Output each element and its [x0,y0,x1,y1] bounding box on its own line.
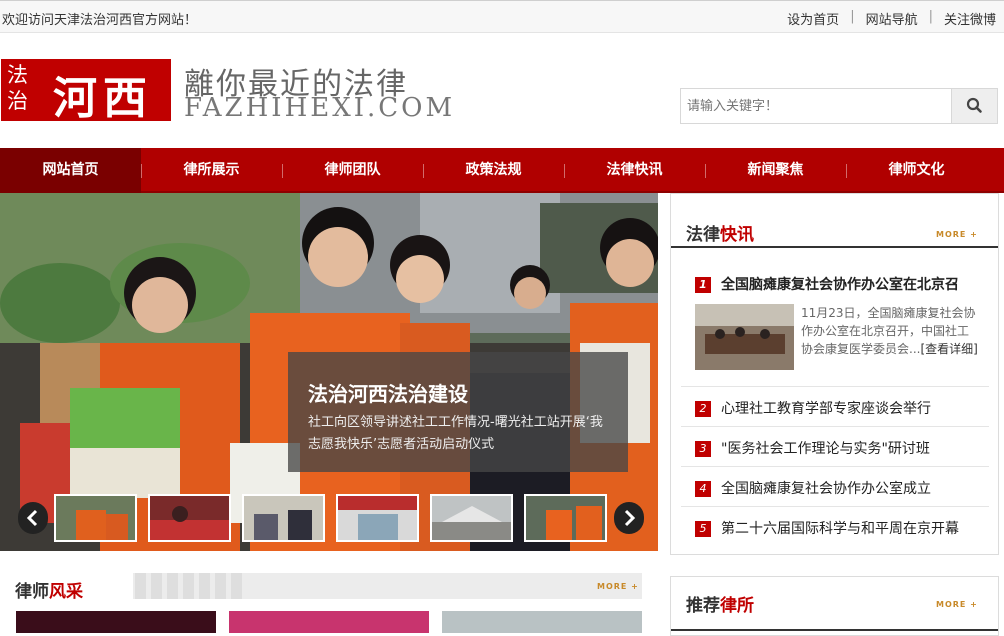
search-box [680,88,998,124]
news-title: 全国脑瘫康复社会协作办公室成立 [721,481,931,497]
lawyer-photo[interactable] [442,611,642,633]
thumbnail-image [338,496,417,540]
thumbnail-image [150,496,229,540]
slider-thumbnail[interactable] [430,494,513,542]
logo-main-text: 河西 [53,73,153,124]
recommend-firm-panel: 推荐律所 MORE + [670,576,999,636]
main-nav: 网站首页 律所展示 律师团队 政策法规 法律快讯 新闻聚焦 律师文化 [0,148,1004,193]
nav-law-firms[interactable]: 律所展示 [141,148,282,193]
law-news-header: 法律快讯 MORE + [671,194,998,248]
slider-thumbnail[interactable] [242,494,325,542]
news-list-item[interactable]: 2 心理社工教育学部专家座谈会举行 [681,386,989,426]
search-button[interactable] [951,89,997,123]
lawyer-style-title-b: 风采 [49,582,83,602]
chevron-right-icon [624,509,636,527]
slider-thumbnail[interactable] [336,494,419,542]
news-number-badge: 4 [695,481,711,497]
slider-thumbnail[interactable] [148,494,231,542]
divider: | [850,9,855,24]
lawyer-style-title-a: 律师 [15,582,49,602]
divider: | [928,9,933,24]
thumbnail-image [244,496,323,540]
search-icon [966,97,982,113]
logo-char-2: 治 [7,89,28,113]
recommend-firm-header: 推荐律所 MORE + [671,577,998,631]
top-bar: 欢迎访问天津法治河西官方网站！ 设为首页 | 网站导航 | 关注微博 [0,0,1004,33]
thumbnail-image [432,496,511,540]
logo-char-1: 法 [7,63,28,87]
slider-thumbnail[interactable] [54,494,137,542]
view-detail-link[interactable]: [查看详细] [920,342,977,356]
site-domain: FAZHIHEXI.COM [184,93,456,123]
nav-policies[interactable]: 政策法规 [423,148,564,193]
news-list-item[interactable]: 3 "医务社会工作理论与实务"研讨班 [681,426,989,466]
nav-law-news[interactable]: 法律快讯 [564,148,705,193]
news-thumbnail-image [695,304,794,370]
law-news-title-b: 快讯 [720,225,754,245]
thumbnail-image [526,496,605,540]
news-thumbnail[interactable] [695,304,794,370]
law-news-panel: 法律快讯 MORE + 1 全国脑瘫康复社会协作办公室在北京召 11月23日，全国… [670,193,999,555]
lawyer-photo[interactable] [16,611,216,633]
news-summary: 11月23日，全国脑瘫康复社会协作办公室在北京召开，中国社工协会康复医学委员会.… [801,304,979,358]
news-number-badge: 1 [695,277,711,293]
top-links: 设为首页 | 网站导航 | 关注微博 [787,9,996,28]
lawyer-style-more-link[interactable]: MORE + [597,582,639,591]
recommend-more-link[interactable]: MORE + [936,600,978,609]
follow-weibo-link[interactable]: 关注微博 [944,9,996,28]
banner-caption: 法治河西法治建设 社工向区领导讲述社工工作情况-曙光社工站开展‘我志愿我快乐’志… [288,352,628,472]
slider-next-button[interactable] [614,502,644,534]
news-title: 心理社工教育学部专家座谈会举行 [721,401,931,417]
search-input[interactable] [681,89,951,123]
header-stripe: MORE + [133,573,642,599]
banner-title[interactable]: 法治河西法治建设 [308,378,468,407]
thumbnail-image [56,496,135,540]
lawyer-style-section: 律师风采 MORE + [0,563,660,633]
nav-home[interactable]: 网站首页 [0,148,141,193]
banner-description: 社工向区领导讲述社工工作情况-曙光社工站开展‘我志愿我快乐’志愿者活动启动仪式 [308,415,603,452]
recommend-title-b: 律所 [720,596,754,616]
divider [671,629,998,631]
site-nav-link[interactable]: 网站导航 [866,9,918,28]
news-title: "医务社会工作理论与实务"研讨班 [721,441,930,457]
chevron-left-icon [26,509,38,527]
set-homepage-link[interactable]: 设为首页 [787,9,839,28]
news-title: 全国脑瘫康复社会协作办公室在北京召 [721,277,959,293]
nav-news-focus[interactable]: 新闻聚焦 [705,148,846,193]
law-news-more-link[interactable]: MORE + [936,230,978,239]
lawyer-photo[interactable] [229,611,429,633]
recommend-title-a: 推荐 [686,596,720,616]
law-news-title-a: 法律 [686,225,720,245]
news-item-featured[interactable]: 1 全国脑瘫康复社会协作办公室在北京召 [695,274,959,294]
news-number-badge: 5 [695,521,711,537]
slider-thumbnail-active[interactable] [524,494,607,542]
nav-lawyer-culture[interactable]: 律师文化 [846,148,987,193]
news-number-badge: 2 [695,401,711,417]
nav-lawyer-team[interactable]: 律师团队 [282,148,423,193]
news-list-item[interactable]: 5 第二十六届国际科学与和平周在京开幕 [681,506,989,546]
site-logo[interactable]: 法 治 河西 [1,59,171,124]
news-list-item[interactable]: 4 全国脑瘫康复社会协作办公室成立 [681,466,989,506]
slider-prev-button[interactable] [18,502,48,534]
news-title: 第二十六届国际科学与和平周在京开幕 [721,521,959,537]
news-number-badge: 3 [695,441,711,457]
welcome-text: 欢迎访问天津法治河西官方网站！ [2,13,198,28]
